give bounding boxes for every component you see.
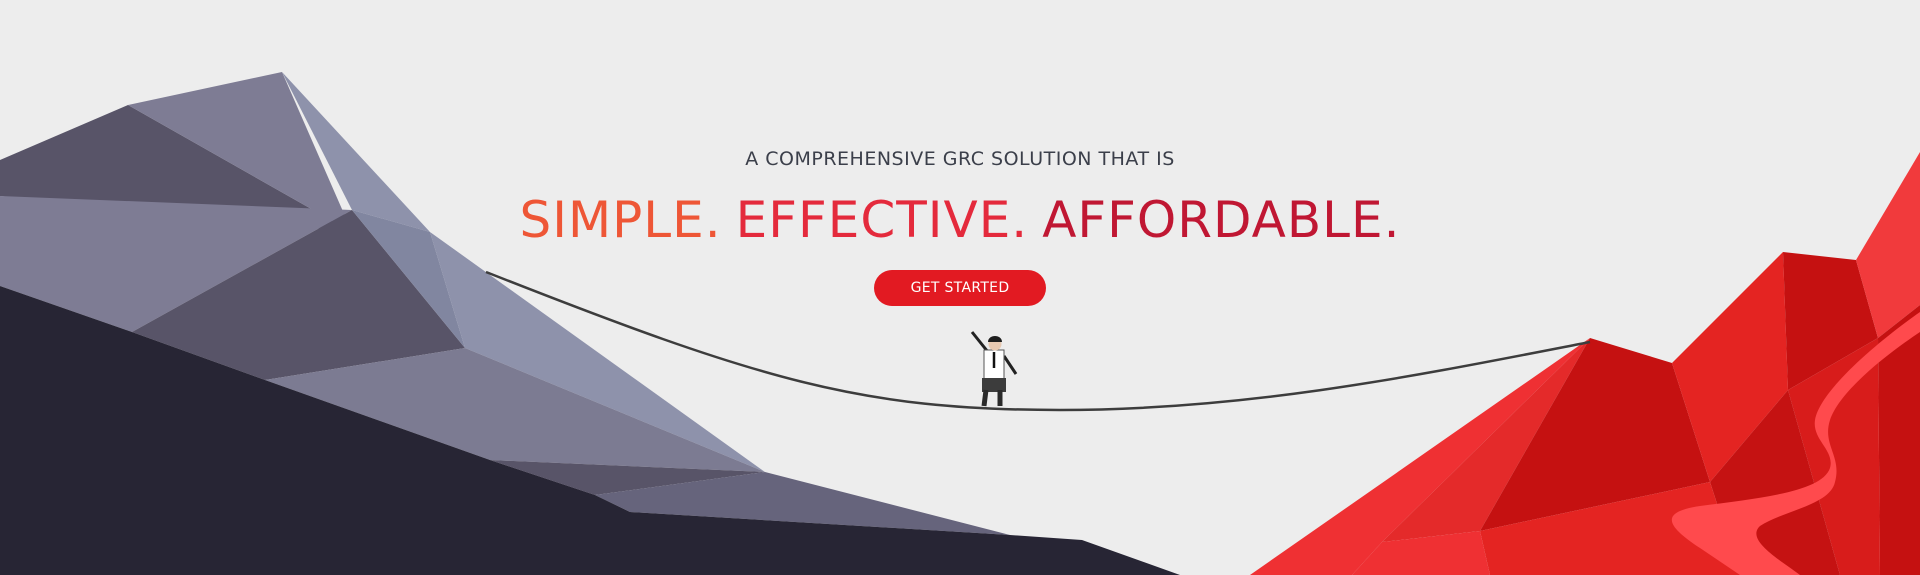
headline-word-effective: EFFECTIVE.: [735, 191, 1029, 249]
hero-eyebrow: A COMPREHENSIVE GRC SOLUTION THAT IS: [745, 148, 1175, 170]
headline-word-affordable: AFFORDABLE.: [1042, 191, 1401, 249]
hero-banner: A COMPREHENSIVE GRC SOLUTION THAT IS SIM…: [0, 0, 1920, 575]
get-started-button[interactable]: GET STARTED: [874, 270, 1046, 306]
hero-headline: SIMPLE. EFFECTIVE. AFFORDABLE.: [0, 190, 1920, 250]
hero-copy: A COMPREHENSIVE GRC SOLUTION THAT IS SIM…: [0, 0, 1920, 575]
headline-word-simple: SIMPLE.: [519, 191, 722, 249]
